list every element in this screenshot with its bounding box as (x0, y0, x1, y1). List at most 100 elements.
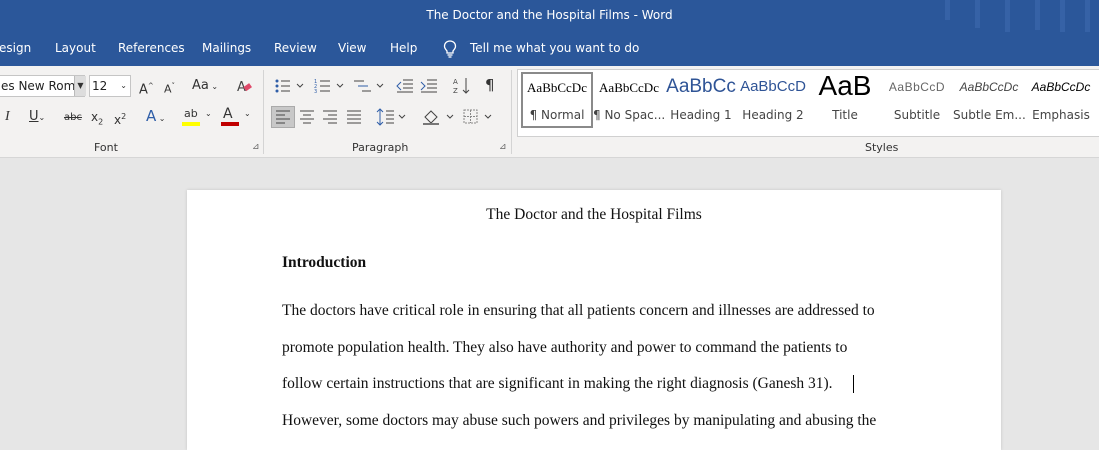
text-cursor (853, 375, 854, 393)
font-name-box[interactable]: es New Roma (0, 75, 85, 97)
style-name: Heading 1 (670, 108, 732, 122)
style-name: Heading 2 (742, 108, 804, 122)
svg-text:Z: Z (453, 87, 458, 95)
tell-me-search[interactable]: Tell me what you want to do (470, 41, 639, 55)
style-subtle-emphasis[interactable]: AaBbCcDc Subtle Em... (953, 72, 1026, 128)
highlight-color-swatch (182, 122, 200, 126)
grow-font-icon[interactable]: A^ (139, 78, 154, 98)
body-line: The doctors have critical role in ensuri… (282, 302, 875, 319)
ribbon-tabs: esign Layout References Mailings Review … (0, 32, 1099, 66)
highlight-label: ab (184, 107, 198, 120)
font-name-dropdown-icon[interactable]: ▼ (74, 76, 86, 96)
subscript-button[interactable]: x2 (91, 109, 103, 130)
tab-view[interactable]: View (338, 41, 366, 55)
group-divider (511, 70, 512, 154)
line-spacing-icon[interactable] (376, 108, 408, 126)
font-color-button[interactable]: A ⌄ (221, 106, 253, 128)
style-name: ¶ No Spac... (593, 108, 666, 122)
show-formatting-marks-icon[interactable]: ¶ (485, 77, 495, 93)
svg-text:A: A (453, 78, 458, 86)
font-name-value: es New Roma (1, 79, 83, 93)
style-preview: AaBbCcD (888, 80, 946, 94)
style-name: Subtle Em... (953, 108, 1026, 122)
style-emphasis[interactable]: AaBbCcDc Emphasis (1025, 72, 1097, 128)
title-bar: The Doctor and the Hospital Films - Word (0, 0, 1099, 32)
style-preview: AaBbCcDc (599, 80, 659, 95)
style-preview: AaBbCcDc (959, 80, 1019, 94)
lightbulb-icon (443, 40, 457, 58)
section-heading: Introduction (282, 254, 367, 271)
text-effects-label: A (146, 107, 157, 125)
tab-layout[interactable]: Layout (55, 41, 96, 55)
style-name: Subtitle (893, 108, 941, 122)
align-left-button[interactable] (271, 106, 295, 128)
borders-icon[interactable] (462, 108, 496, 126)
font-size-value: 12 (92, 79, 108, 93)
numbering-icon[interactable]: 1 2 3 (314, 78, 346, 94)
body-line: follow certain instructions that are sig… (282, 375, 833, 392)
style-no-spacing[interactable]: AaBbCcDc ¶ No Spac... (593, 72, 665, 128)
styles-group-label: Styles (865, 141, 899, 154)
chevron-down-icon[interactable]: ⌄ (205, 109, 212, 118)
font-color-label: A (223, 106, 233, 122)
font-dialog-launcher-icon[interactable]: ⊿ (252, 142, 260, 152)
decrease-indent-icon[interactable] (396, 78, 414, 94)
font-size-dropdown-icon[interactable]: ⌄ (120, 76, 127, 96)
text-effects-icon[interactable]: A ⌄ (146, 108, 166, 127)
document-title: The Doctor and the Hospital Films (486, 206, 702, 223)
style-name: ¶ Normal (529, 108, 585, 122)
superscript-button[interactable]: x2 (114, 109, 126, 128)
style-title[interactable]: AaB Title (809, 70, 881, 128)
style-preview: AaBbCcDc (1031, 80, 1091, 94)
align-right-icon[interactable] (322, 109, 338, 125)
change-case-label: Aa (192, 78, 209, 93)
tab-design[interactable]: esign (0, 41, 31, 55)
align-left-icon (276, 110, 290, 124)
font-size-box[interactable]: 12 ⌄ (89, 75, 131, 97)
style-name: Title (832, 108, 858, 122)
highlight-color-button[interactable]: ab ⌄ (182, 106, 214, 128)
chevron-down-icon[interactable]: ⌄ (244, 109, 251, 118)
style-normal[interactable]: AaBbCcDc ¶ Normal (521, 72, 593, 128)
paragraph-dialog-launcher-icon[interactable]: ⊿ (499, 142, 507, 152)
underline-label: U (29, 109, 39, 124)
tab-help[interactable]: Help (390, 41, 417, 55)
style-preview: AaBbCcD (740, 78, 806, 95)
strikethrough-label: abc (64, 112, 82, 123)
bullets-icon[interactable] (274, 78, 306, 94)
style-name: Emphasis (1032, 108, 1090, 122)
document-page[interactable] (187, 190, 1001, 450)
style-subtitle[interactable]: AaBbCcD Subtitle (881, 72, 953, 128)
justify-icon[interactable] (346, 109, 362, 125)
italic-label: I (5, 109, 10, 124)
window-title: The Doctor and the Hospital Films - Word (426, 8, 673, 22)
clear-formatting-icon[interactable]: A (236, 78, 252, 94)
sort-icon[interactable]: A Z (453, 76, 471, 96)
tab-references[interactable]: References (118, 41, 185, 55)
body-line: promote population health. They also hav… (282, 339, 848, 356)
tab-mailings[interactable]: Mailings (202, 41, 251, 55)
svg-text:3: 3 (314, 89, 317, 94)
shading-icon[interactable] (422, 108, 456, 126)
multilevel-list-icon[interactable] (354, 78, 386, 94)
tab-review[interactable]: Review (274, 41, 317, 55)
align-center-icon[interactable] (299, 109, 315, 125)
increase-indent-icon[interactable] (420, 78, 438, 94)
style-preview: AaB (818, 70, 872, 101)
style-heading-1[interactable]: AaBbCc Heading 1 (665, 72, 737, 128)
font-color-swatch (221, 122, 239, 126)
pilcrow-label: ¶ (485, 76, 495, 94)
paragraph-group-label: Paragraph (352, 141, 409, 154)
font-group-label: Font (94, 141, 118, 154)
style-preview: AaBbCc (666, 76, 736, 97)
italic-button[interactable]: I (5, 109, 10, 125)
strikethrough-button[interactable]: abc (64, 110, 82, 126)
style-heading-2[interactable]: AaBbCcD Heading 2 (737, 72, 809, 128)
body-line: However, some doctors may abuse such pow… (282, 412, 877, 429)
underline-button[interactable]: U ⌄ (29, 109, 45, 126)
ribbon: es New Roma ▼ 12 ⌄ A^ A˅ Aa ⌄ A I U ⌄ ab… (0, 66, 1099, 158)
change-case-icon[interactable]: Aa ⌄ (192, 78, 218, 95)
shrink-font-icon[interactable]: A˅ (164, 78, 175, 98)
group-divider (263, 70, 264, 154)
style-preview: AaBbCcDc (527, 80, 587, 95)
